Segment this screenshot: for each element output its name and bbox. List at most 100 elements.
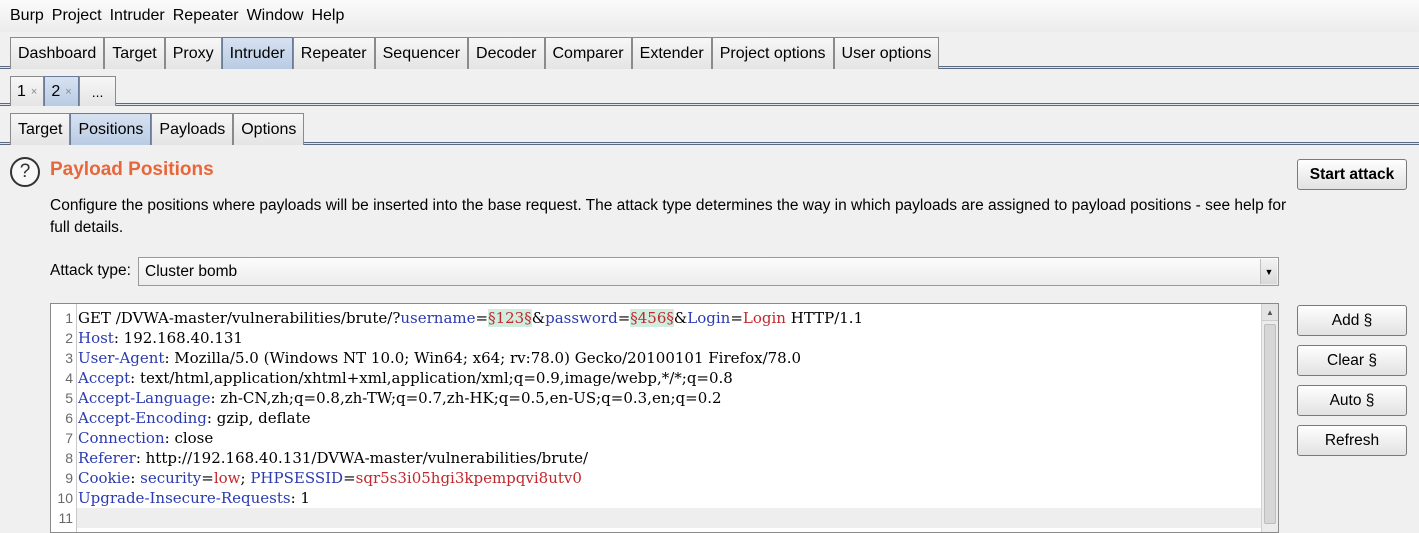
instance-tab-1[interactable]: 1 ×	[10, 76, 45, 106]
request-text: &	[531, 309, 546, 327]
request-line: 5 Accept-Language: zh-CN,zh;q=0.8,zh-TW;q…	[51, 388, 1261, 408]
request-text: =	[201, 469, 214, 487]
request-line: 6 Accept-Encoding: gzip, deflate	[51, 408, 1261, 428]
line-text[interactable]: Host: 192.168.40.131	[77, 328, 1261, 348]
chevron-down-icon[interactable]: ▼	[1260, 259, 1277, 284]
menu-window[interactable]: Window	[243, 7, 308, 25]
request-text: &	[673, 309, 688, 327]
instance-tab-label: 2	[51, 82, 61, 100]
description-text: Configure the positions where payloads w…	[50, 197, 1287, 236]
param-name: Upgrade-Insecure-Requests	[78, 489, 291, 507]
tab-target[interactable]: Target	[10, 113, 71, 145]
request-text: HTTP/1.1	[785, 309, 864, 327]
param-value: Login	[742, 309, 786, 327]
request-line: 4 Accept: text/html,application/xhtml+xml…	[51, 368, 1261, 388]
line-text[interactable]: Cookie: security=low; PHPSESSID=sqr5s3i0…	[77, 468, 1261, 488]
line-number: 1	[65, 310, 73, 326]
line-text[interactable]: Accept-Encoding: gzip, deflate	[77, 408, 1261, 428]
tab-decoder[interactable]: Decoder	[468, 37, 545, 69]
param-name: password	[545, 309, 618, 327]
tab-extender[interactable]: Extender	[631, 37, 712, 69]
help-icon[interactable]: ?	[10, 157, 40, 187]
tab-target[interactable]: Target	[104, 37, 165, 69]
close-icon[interactable]: ×	[31, 86, 37, 98]
add-marker-button[interactable]: Add §	[1297, 305, 1407, 336]
request-editor[interactable]: 1 GET /DVWA-master/vulnerabilities/brute/…	[50, 303, 1279, 533]
line-number: 7	[65, 430, 73, 446]
payload-marker: §456§	[630, 309, 674, 327]
tab-dashboard[interactable]: Dashboard	[10, 37, 105, 69]
request-text: : zh-CN,zh;q=0.8,zh-TW;q=0.7,zh-HK;q=0.5…	[210, 389, 722, 407]
menu-intruder[interactable]: Intruder	[106, 7, 169, 25]
vertical-scrollbar[interactable]: ▲	[1261, 304, 1278, 532]
line-text[interactable]: Upgrade-Insecure-Requests: 1	[77, 488, 1261, 508]
line-text[interactable]: Accept-Language: zh-CN,zh;q=0.8,zh-TW;q=…	[77, 388, 1261, 408]
page-title: Payload Positions	[50, 159, 214, 180]
main-tab-bar: Dashboard Target Proxy Intruder Repeater Sequ…	[0, 34, 1419, 69]
request-text: : close	[164, 429, 214, 447]
instance-tab-2[interactable]: 2 ×	[44, 76, 79, 106]
tab-sequencer[interactable]: Sequencer	[374, 37, 469, 69]
attack-type-value: Cluster bomb	[145, 262, 238, 280]
request-line: 8 Referer: http://192.168.40.131/DVWA-mas…	[51, 448, 1261, 468]
request-line: 11	[51, 508, 1261, 528]
param-name: Accept	[78, 369, 131, 387]
param-name: PHPSESSID	[250, 469, 344, 487]
instance-tab-label: 1	[17, 82, 26, 100]
line-number: 2	[65, 330, 73, 346]
auto-marker-button[interactable]: Auto §	[1297, 385, 1407, 416]
payload-marker: §123§	[488, 309, 532, 327]
request-text: :	[130, 469, 141, 487]
close-icon[interactable]: ×	[65, 86, 71, 98]
tab-positions[interactable]: Positions	[70, 113, 152, 145]
tab-payloads[interactable]: Payloads	[151, 113, 234, 145]
request-text: ;	[240, 469, 251, 487]
scrollbar-thumb[interactable]	[1264, 324, 1276, 524]
request-text: =	[343, 469, 356, 487]
param-name: Host	[78, 329, 114, 347]
line-text[interactable]: User-Agent: Mozilla/5.0 (Windows NT 10.0…	[77, 348, 1261, 368]
line-number: 11	[58, 510, 73, 526]
request-text: =	[617, 309, 631, 327]
tab-repeater[interactable]: Repeater	[292, 37, 375, 69]
tab-proxy[interactable]: Proxy	[164, 37, 222, 69]
param-name: Login	[687, 309, 731, 327]
intruder-sub-tabs: Target Positions Payloads Options	[0, 110, 1419, 145]
line-text[interactable]: Connection: close	[77, 428, 1261, 448]
request-lines: 1 GET /DVWA-master/vulnerabilities/brute/…	[51, 308, 1261, 528]
request-line: 1 GET /DVWA-master/vulnerabilities/brute/…	[51, 308, 1261, 328]
line-text[interactable]: Referer: http://192.168.40.131/DVWA-mast…	[77, 448, 1261, 468]
scroll-up-icon[interactable]: ▲	[1262, 304, 1278, 321]
param-value: sqr5s3i05hgi3kpempqvi8utv0	[355, 469, 582, 487]
line-text[interactable]	[77, 508, 1261, 528]
refresh-button[interactable]: Refresh	[1297, 425, 1407, 456]
menu-help[interactable]: Help	[307, 7, 348, 25]
request-line: 10 Upgrade-Insecure-Requests: 1	[51, 488, 1261, 508]
tab-options[interactable]: Options	[233, 113, 305, 145]
attack-type-select[interactable]: Cluster bomb ▼	[138, 257, 1279, 286]
menu-burp[interactable]: Burp	[6, 7, 48, 25]
clear-marker-button[interactable]: Clear §	[1297, 345, 1407, 376]
tab-comparer[interactable]: Comparer	[544, 37, 632, 69]
param-name: Referer	[78, 449, 136, 467]
new-tab-button[interactable]: ...	[78, 76, 117, 106]
param-name: Connection	[78, 429, 165, 447]
line-number: 9	[65, 470, 73, 486]
request-text: =	[475, 309, 489, 327]
menu-repeater[interactable]: Repeater	[169, 7, 243, 25]
attack-type-label: Attack type:	[50, 262, 131, 279]
param-name: security	[140, 469, 202, 487]
request-text: : gzip, deflate	[206, 409, 311, 427]
tab-project-options[interactable]: Project options	[711, 37, 834, 69]
request-text: : Mozilla/5.0 (Windows NT 10.0; Win64; x…	[164, 349, 802, 367]
line-number: 5	[65, 390, 73, 406]
tab-intruder[interactable]: Intruder	[221, 37, 293, 69]
param-name: User-Agent	[78, 349, 165, 367]
request-line: 7 Connection: close	[51, 428, 1261, 448]
tab-user-options[interactable]: User options	[833, 37, 940, 69]
param-name: username	[400, 309, 476, 327]
line-text[interactable]: GET /DVWA-master/vulnerabilities/brute/?…	[77, 308, 1261, 328]
line-text[interactable]: Accept: text/html,application/xhtml+xml,…	[77, 368, 1261, 388]
start-attack-button[interactable]: Start attack	[1297, 159, 1407, 190]
menu-project[interactable]: Project	[48, 7, 106, 25]
